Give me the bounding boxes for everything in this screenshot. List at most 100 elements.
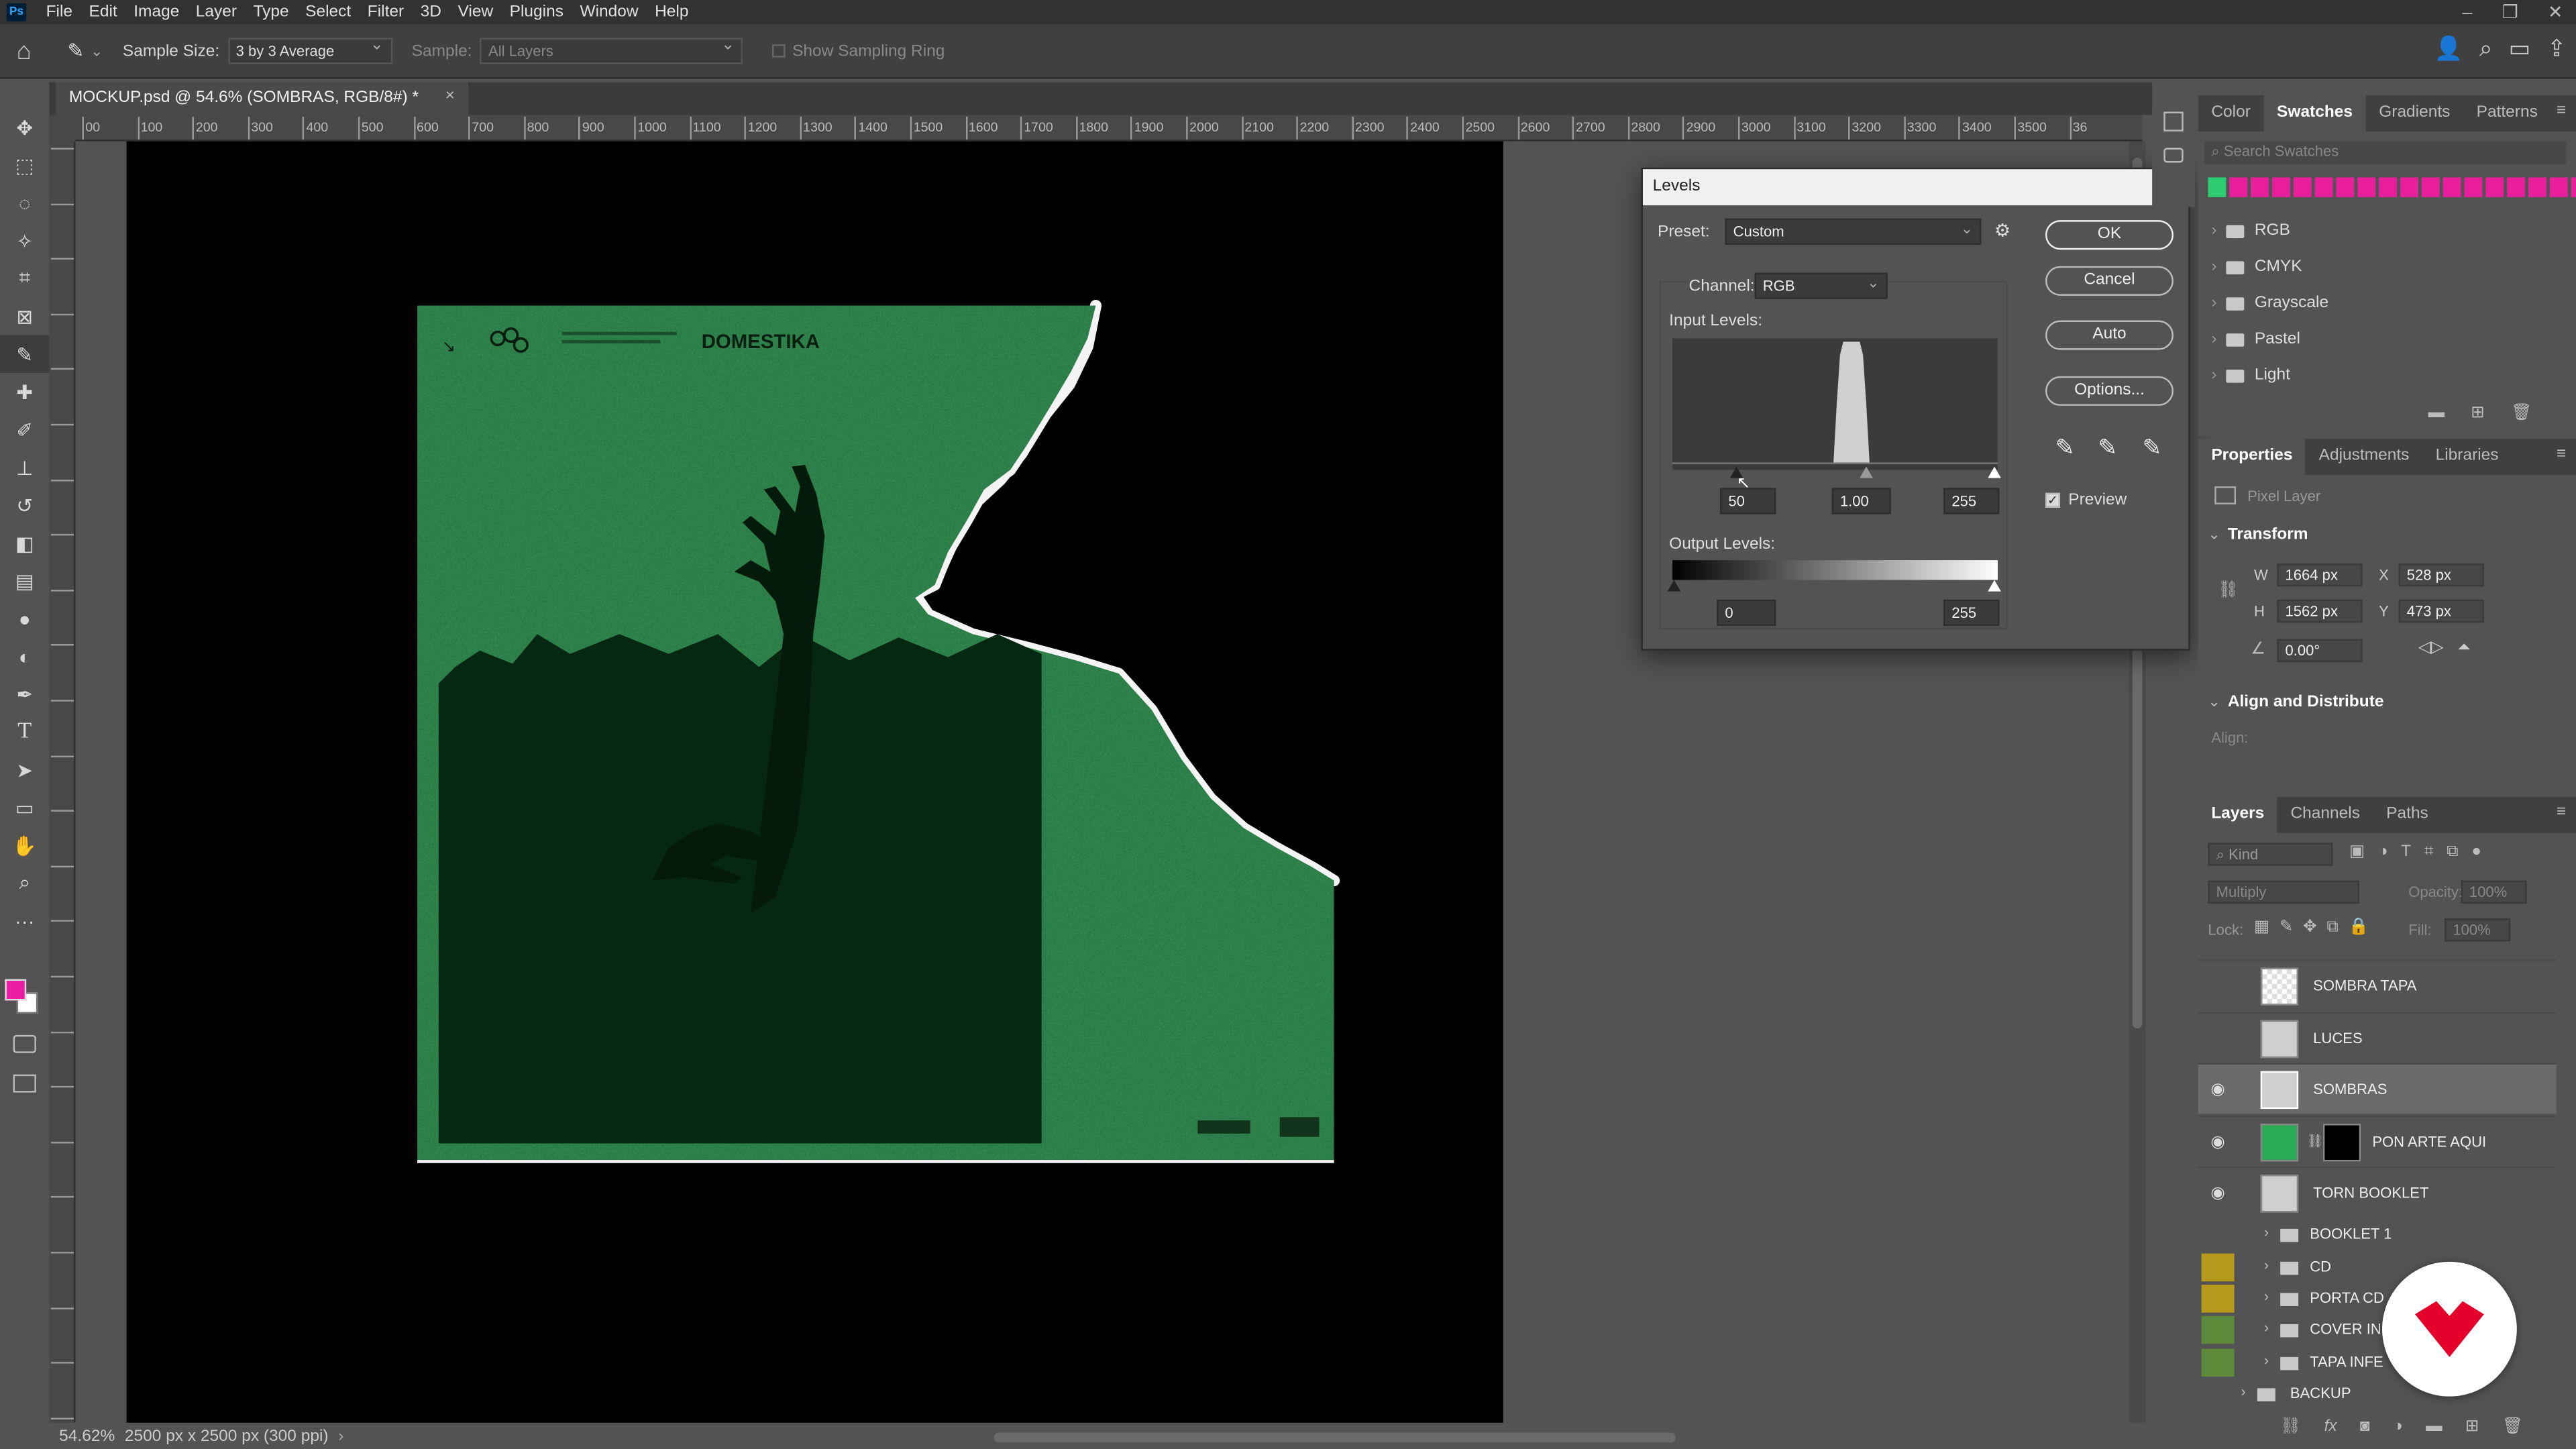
share-icon[interactable]: ⇪ [2547, 34, 2567, 62]
close-icon[interactable]: ✕ [2548, 1, 2563, 23]
path-selection-tool-icon[interactable]: ➤ [0, 751, 49, 788]
color-swatch[interactable] [2379, 177, 2398, 197]
output-black-field[interactable]: 0 [1717, 599, 1776, 627]
magic-wand-tool-icon[interactable]: ✧ [0, 222, 49, 260]
levels-title-bar[interactable]: Levels ✕ [1642, 169, 2189, 206]
opacity-field[interactable]: 100% [2461, 880, 2527, 904]
stamp-tool-icon[interactable]: ⊥ [0, 449, 49, 486]
zoom-tool-icon[interactable]: ⌕ [0, 864, 49, 902]
rectangle-tool-icon[interactable]: ▭ [0, 789, 49, 826]
close-tab-icon[interactable]: × [445, 87, 455, 105]
swatch-folder-pastel[interactable]: › Pastel [2211, 330, 2300, 348]
lock-transparent-icon[interactable]: ▦ [2254, 918, 2269, 936]
tab-paths[interactable]: Paths [2373, 805, 2442, 833]
swatch-folder-light[interactable]: › Light [2211, 366, 2290, 384]
channel-select[interactable]: RGB ⌄ [1754, 272, 1888, 299]
color-swatch[interactable] [2314, 177, 2333, 197]
options-button[interactable]: Options... [2045, 376, 2174, 406]
brush-tool-icon[interactable]: ✐ [0, 411, 49, 448]
layer-row[interactable]: SOMBRA TAPA [2198, 959, 2557, 1010]
lock-paint-icon[interactable]: ✎ [2279, 918, 2294, 936]
image-filter-icon[interactable]: ▣ [2349, 843, 2365, 861]
menu-3d[interactable]: 3D [411, 3, 448, 21]
angle-field[interactable]: 0.00° [2277, 639, 2363, 662]
layer-row[interactable]: ◉ SOMBRAS [2198, 1063, 2557, 1114]
color-swatch[interactable] [2357, 177, 2376, 197]
horizontal-scroll-thumb[interactable] [994, 1432, 1676, 1443]
tab-adjustments[interactable]: Adjustments [2306, 447, 2422, 475]
chevron-right-icon[interactable]: › [2264, 1224, 2269, 1240]
swatch-folder-grayscale[interactable]: › Grayscale [2211, 294, 2328, 312]
pen-tool-icon[interactable]: ✒ [0, 676, 49, 713]
color-swatch[interactable] [2571, 177, 2576, 197]
layer-kind-filter[interactable]: ⌕ Kind [2208, 843, 2333, 866]
menu-type[interactable]: Type [244, 3, 296, 21]
menu-select[interactable]: Select [295, 3, 358, 21]
zoom-level[interactable]: 54.62% [59, 1427, 115, 1445]
new-group-icon[interactable]: ▬ [2428, 404, 2445, 422]
color-swatch[interactable] [2443, 177, 2461, 197]
lock-artboard-icon[interactable]: ⧉ [2326, 918, 2338, 936]
layer-group-row[interactable]: › BOOKLET 1 [2198, 1219, 2557, 1250]
color-swatch[interactable] [2400, 177, 2418, 197]
menu-file[interactable]: File [36, 3, 79, 21]
ok-button[interactable]: OK [2045, 220, 2174, 250]
foreground-color-swatch[interactable] [5, 979, 27, 1001]
tab-gradients[interactable]: Gradients [2366, 103, 2463, 131]
eraser-tool-icon[interactable]: ◧ [0, 524, 49, 561]
shape-filter-icon[interactable]: ⌗ [2424, 843, 2434, 861]
sample-size-select[interactable]: 3 by 3 Average [227, 36, 392, 64]
eye-icon[interactable]: ◉ [2208, 1185, 2227, 1203]
filter-toggle-icon[interactable]: ● [2471, 843, 2481, 861]
gradient-tool-icon[interactable]: ▤ [0, 562, 49, 600]
width-field[interactable]: 1664 px [2277, 564, 2363, 587]
lock-position-icon[interactable]: ✥ [2303, 918, 2317, 936]
input-gamma-field[interactable]: 1.00 [1831, 488, 1891, 515]
type-filter-icon[interactable]: T [2401, 843, 2411, 861]
cancel-button[interactable]: Cancel [2045, 266, 2174, 296]
eye-icon[interactable]: ◉ [2208, 1134, 2227, 1152]
frame-tool-icon[interactable]: ⊠ [0, 297, 49, 335]
screen-mode-icon[interactable] [13, 1074, 36, 1093]
vertical-ruler[interactable] [49, 141, 76, 1423]
chevron-right-icon[interactable]: › [2241, 1383, 2245, 1399]
menu-layer[interactable]: Layer [186, 3, 244, 21]
hand-tool-icon[interactable]: ✋ [0, 826, 49, 864]
delete-layer-icon[interactable]: 🗑 [2502, 1417, 2523, 1436]
output-black-slider[interactable] [1667, 580, 1681, 592]
flip-horizontal-icon[interactable]: ◁▷ [2418, 639, 2444, 657]
comments-panel-icon[interactable] [2163, 148, 2184, 163]
panel-menu-icon[interactable]: ≡ [2557, 804, 2566, 822]
menu-filter[interactable]: Filter [358, 3, 411, 21]
home-icon[interactable]: ⌂ [16, 37, 31, 65]
color-swatch[interactable] [2549, 177, 2568, 197]
history-panel-icon[interactable] [2163, 111, 2184, 131]
lasso-tool-icon[interactable]: ◌ [0, 184, 49, 221]
panel-menu-icon[interactable]: ≡ [2557, 445, 2566, 464]
tab-channels[interactable]: Channels [2277, 805, 2373, 833]
blur-tool-icon[interactable]: ● [0, 600, 49, 637]
layer-style-icon[interactable]: fx [2324, 1417, 2337, 1436]
output-white-slider[interactable] [1988, 580, 2001, 592]
marquee-tool-icon[interactable]: ⬚ [0, 146, 49, 184]
color-swatch[interactable] [2528, 177, 2546, 197]
blend-mode-select[interactable]: Multiply [2208, 880, 2359, 904]
color-swatch[interactable] [2293, 177, 2312, 197]
chevron-down-icon[interactable]: ⌄ [2208, 526, 2220, 544]
layer-row[interactable]: ◉ TORN BOOKLET [2198, 1166, 2557, 1218]
new-layer-icon[interactable]: ⊞ [2465, 1417, 2479, 1436]
menu-window[interactable]: Window [570, 3, 645, 21]
artboard[interactable]: ↘ DOMESTIKA [126, 141, 1503, 1423]
chevron-right-icon[interactable]: › [2264, 1256, 2269, 1273]
color-swatch[interactable] [2229, 177, 2248, 197]
y-field[interactable]: 473 px [2398, 599, 2484, 623]
height-field[interactable]: 1562 px [2277, 599, 2363, 623]
crop-tool-icon[interactable]: ⌗ [0, 260, 49, 297]
new-swatch-icon[interactable]: ⊞ [2471, 404, 2485, 422]
color-swatch[interactable] [2464, 177, 2483, 197]
preview-checkbox[interactable]: ✓ [2045, 492, 2061, 508]
tool-preset-chevron-icon[interactable]: ⌄ [91, 42, 103, 60]
layer-row[interactable]: LUCES [2198, 1012, 2557, 1063]
swatch-folder-cmyk[interactable]: › CMYK [2211, 258, 2302, 276]
show-ring-checkbox[interactable] [772, 44, 786, 58]
